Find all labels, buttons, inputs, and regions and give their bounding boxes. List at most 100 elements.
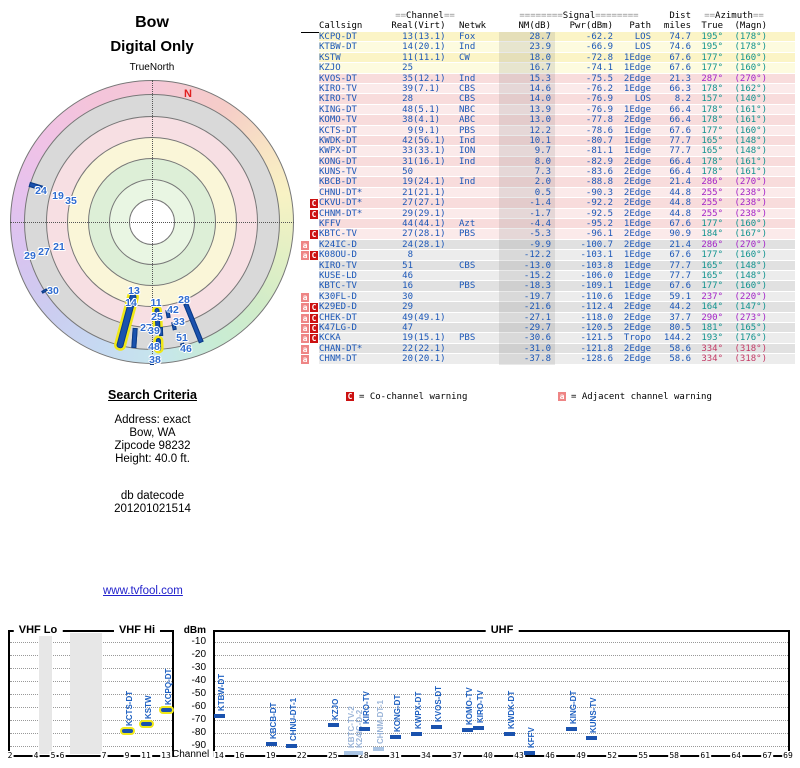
nm-db-cell: -1.4 xyxy=(529,198,551,209)
callsign-cell: KFFV xyxy=(319,219,341,230)
column-header: Pwr(dBm) xyxy=(569,21,613,31)
real-channel-cell: 28 xyxy=(402,94,413,105)
spectrum-signal-label: CHNM-DT-1 xyxy=(376,700,386,745)
table-row: a C CHEK-DT 49 (49.1) -27.1 -118.0 2Edge 37.7 290… xyxy=(301,312,795,323)
real-channel-cell: 31 xyxy=(402,156,413,167)
nm-db-cell: 9.7 xyxy=(534,146,551,157)
power-dbm-cell: -62.2 xyxy=(585,32,613,42)
column-header: Netwk xyxy=(459,21,487,31)
path-cell: 1Edge xyxy=(623,291,651,302)
spectrum-signal-label: KCTS-DT xyxy=(125,691,134,727)
azimuth-true-cell: 165° xyxy=(701,260,723,271)
channel-tick-label: 4 xyxy=(32,751,40,760)
y-axis-tick-label: -20 xyxy=(191,649,206,660)
channel-tick-label: 19 xyxy=(264,751,277,760)
virtual-channel-cell: (33.1) xyxy=(413,146,446,157)
tvfool-link[interactable]: www.tvfool.com xyxy=(103,585,183,597)
co-channel-marker: C xyxy=(346,392,354,401)
network-cell xyxy=(459,302,499,313)
power-dbm-cell: -78.6 xyxy=(585,125,613,136)
distance-cell: 77.7 xyxy=(669,270,691,281)
co-channel-marker: C xyxy=(310,199,318,209)
channel-tick-label: 49 xyxy=(575,751,587,760)
path-cell: 2Edge xyxy=(623,239,651,250)
distance-cell: 74.6 xyxy=(669,42,691,53)
network-cell: Azt xyxy=(459,219,476,230)
power-dbm-cell: -74.1 xyxy=(585,63,613,74)
co-channel-marker: C xyxy=(310,230,318,240)
virtual-channel-cell: (22.1) xyxy=(413,343,446,354)
callsign-cell: CHNU-DT* xyxy=(319,187,363,198)
azimuth-magnetic-cell: (270°) xyxy=(734,239,767,250)
power-dbm-cell: -92.5 xyxy=(585,208,613,219)
spectrum-signal-label: KCPQ-DT xyxy=(164,668,173,705)
table-row: KWPX-DT 33 (33.1) ION 9.7 -81.1 1Edge 77.7 165° (… xyxy=(301,146,795,156)
real-channel-cell: 20 xyxy=(402,354,413,365)
network-cell xyxy=(459,240,499,251)
virtual-channel-cell: (7.1) xyxy=(413,83,441,94)
power-dbm-cell: -76.9 xyxy=(585,104,613,115)
path-cell: 1Edge xyxy=(623,83,651,94)
column-header: Real xyxy=(391,21,413,31)
y-axis-tick-label: -30 xyxy=(191,662,206,673)
power-dbm-cell: -90.3 xyxy=(585,187,613,198)
distance-cell: 66.4 xyxy=(669,156,691,167)
real-channel-cell: 46 xyxy=(402,270,413,281)
spectrum-signal-bar xyxy=(524,750,536,755)
radar-channel-label: 35 xyxy=(65,195,77,207)
network-cell: Ind xyxy=(459,177,476,188)
azimuth-true-cell: 287° xyxy=(701,73,723,84)
channel-tick-label: 58 xyxy=(668,751,680,760)
table-row: KZJO 25 16.7 -74.1 1Edge 67.6 177° (160°) xyxy=(301,63,795,73)
azimuth-magnetic-cell: (167°) xyxy=(734,229,767,240)
power-dbm-cell: -110.6 xyxy=(580,291,613,302)
spectrum-signal-bar xyxy=(161,707,172,712)
path-cell: 2Edge xyxy=(623,198,651,209)
power-dbm-cell: -66.9 xyxy=(585,42,613,53)
azimuth-magnetic-cell: (318°) xyxy=(734,354,767,365)
gridline xyxy=(215,720,788,721)
distance-cell: 21.4 xyxy=(669,177,691,188)
radar-channel-label: 42 xyxy=(167,304,179,316)
spectrum-signal-bar xyxy=(373,747,385,752)
spectrum-signal-bar xyxy=(410,732,422,737)
virtual-channel-cell xyxy=(413,271,459,281)
radar-channel-label: 38 xyxy=(149,354,161,366)
azimuth-magnetic-cell: (238°) xyxy=(734,208,767,219)
gridline xyxy=(215,681,788,682)
virtual-channel-cell xyxy=(413,63,459,73)
spectrum-signal-bar xyxy=(351,751,363,755)
path-cell: LOS xyxy=(634,32,651,42)
radar-channel-label: 29 xyxy=(24,250,36,262)
azimuth-magnetic-cell: (270°) xyxy=(734,177,767,188)
radar-channel-label: 33 xyxy=(173,316,185,328)
azimuth-true-cell: 290° xyxy=(701,312,723,323)
azimuth-magnetic-cell: (238°) xyxy=(734,198,767,209)
adjacent-channel-marker: a xyxy=(301,334,309,344)
callsign-cell: KONG-DT xyxy=(319,156,357,167)
table-row: C KBTC-TV 27 (28.1) PBS -5.3 -96.1 2Edge 90.9 184… xyxy=(301,229,795,240)
azimuth-true-cell: 255° xyxy=(701,208,723,219)
network-cell xyxy=(459,209,499,220)
virtual-channel-cell: (12.1) xyxy=(413,73,446,84)
network-cell: PBS xyxy=(459,229,476,240)
power-dbm-cell: -128.6 xyxy=(580,354,613,365)
virtual-channel-cell xyxy=(413,281,459,291)
spectrum-signal-bar xyxy=(141,721,152,726)
adjacent-channel-marker: a xyxy=(301,323,309,333)
table-row: a C K08OU-D 8 -12.2 -103.1 1Edge 67.6 177° (160°) xyxy=(301,250,795,261)
real-channel-cell: 39 xyxy=(402,83,413,94)
distance-cell: 77.7 xyxy=(669,146,691,157)
warning-legend: C = Co-channel warning a = Adjacent chan… xyxy=(0,391,800,402)
azimuth-true-cell: 255° xyxy=(701,187,723,198)
virtual-channel-cell: (9.1) xyxy=(413,125,441,136)
channel-tick-label: 14 xyxy=(213,751,225,760)
callsign-cell: CKVU-DT* xyxy=(319,198,363,209)
path-cell: 2Edge xyxy=(623,73,651,84)
table-row: KOMO-TV 38 (4.1) ABC 13.0 -77.8 2Edge 66.4 178° (… xyxy=(301,115,795,125)
table-row: KUSE-LD 46 -15.2 -106.0 1Edge 77.7 165° (148°) xyxy=(301,270,795,281)
y-axis-tick-label: -60 xyxy=(191,701,206,712)
callsign-cell: KBTC-TV xyxy=(319,229,357,240)
signal-spectrum-chart: dBm Channel -10 -20 -30 -40 -50 -60 -70 -80 -90 V… xyxy=(0,622,800,768)
channel-tick-label: 5 xyxy=(49,751,57,760)
